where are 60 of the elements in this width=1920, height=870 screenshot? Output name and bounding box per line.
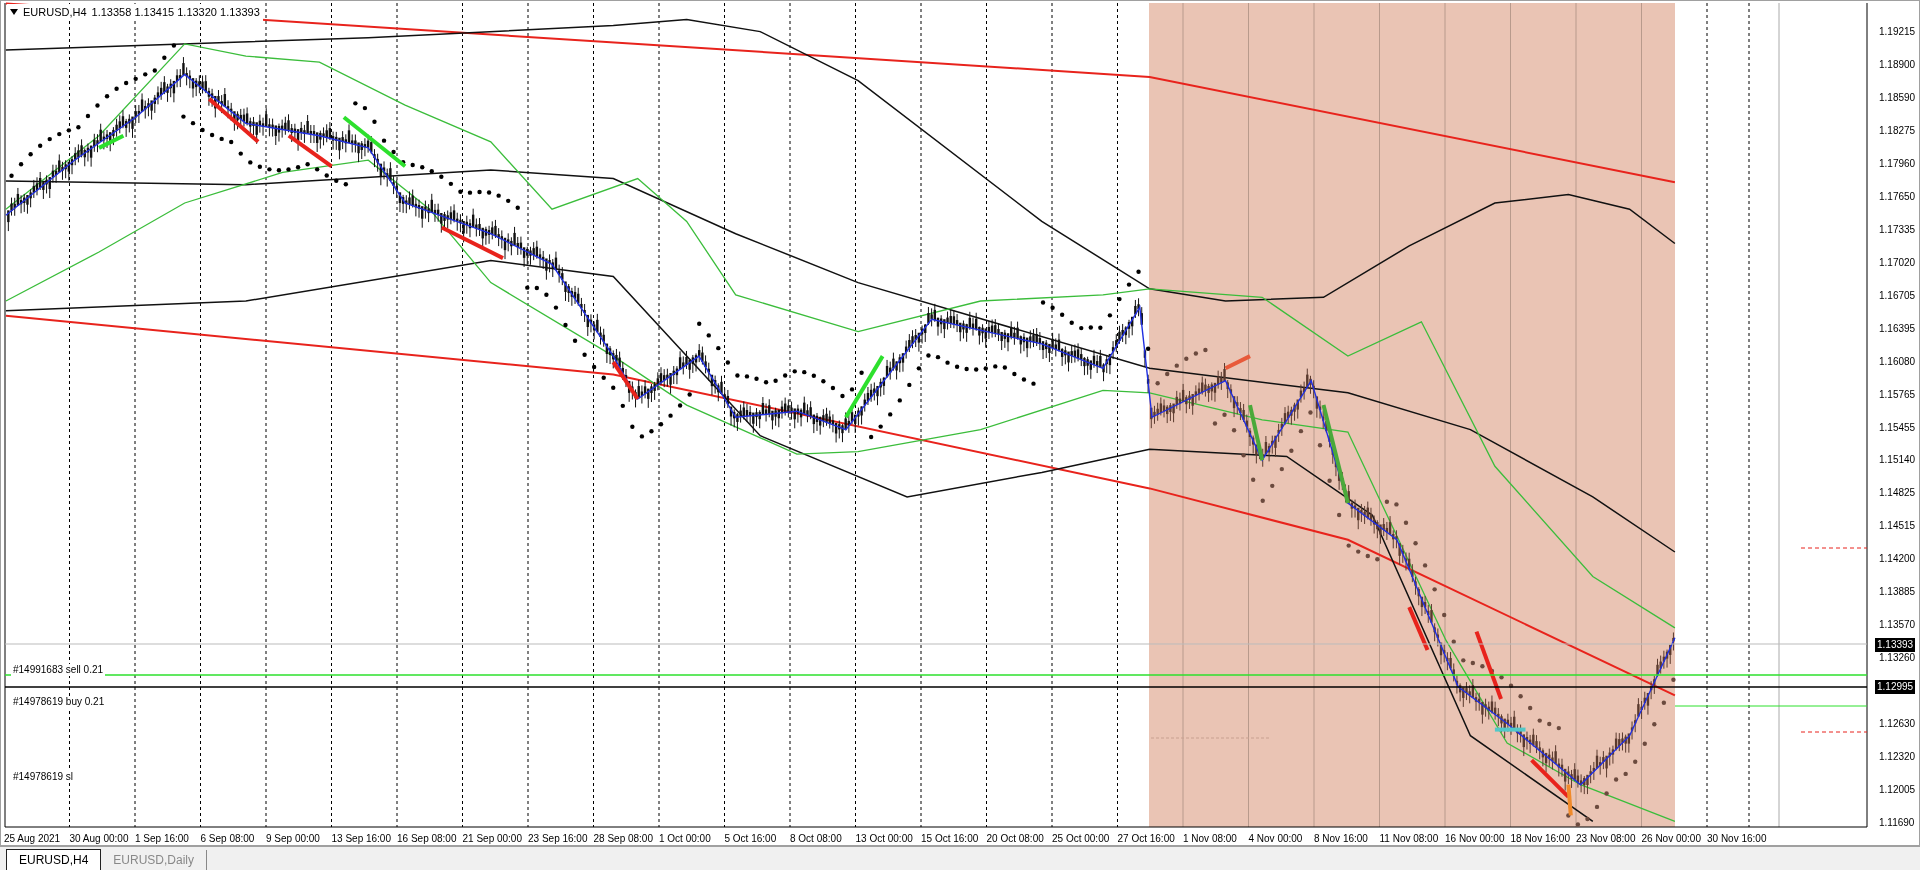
price-tick-label: 1.18900 xyxy=(1879,58,1916,71)
time-tick-label: 26 Nov 00:00 xyxy=(1641,832,1702,846)
time-tick-label: 21 Sep 00:00 xyxy=(462,832,523,846)
price-tick-label: 1.11690 xyxy=(1879,817,1915,830)
time-tick-label: 30 Aug 00:00 xyxy=(69,832,130,846)
price-tick-label: 1.17960 xyxy=(1879,157,1916,170)
price-tick-label: 1.18590 xyxy=(1879,91,1916,104)
time-tick-label: 1 Nov 08:00 xyxy=(1183,832,1238,846)
price-marker-label: 1.12995 xyxy=(1875,680,1916,694)
order-label: #14991683 sell 0.21 xyxy=(11,664,106,676)
price-tick-label: 1.16395 xyxy=(1879,322,1916,335)
price-tick-label: 1.19215 xyxy=(1879,26,1916,38)
time-tick-label: 13 Sep 16:00 xyxy=(331,832,392,846)
time-tick-label: 16 Nov 00:00 xyxy=(1445,832,1506,846)
time-tick-label: 25 Aug 2021 xyxy=(4,832,62,846)
order-label: #14978619 buy 0.21 xyxy=(11,696,107,708)
price-tick-label: 1.14825 xyxy=(1879,487,1916,500)
chart-symbol: EURUSD,H4 xyxy=(23,5,87,20)
time-tick-label: 18 Nov 16:00 xyxy=(1510,832,1571,846)
price-tick-label: 1.15455 xyxy=(1879,421,1916,434)
ohlc-quote: 1.13358 1.13415 1.13320 1.13393 xyxy=(91,5,260,20)
price-marker-label: 1.13393 xyxy=(1875,638,1916,652)
price-tick-label: 1.14515 xyxy=(1879,520,1916,533)
price-tick-label: 1.16080 xyxy=(1879,355,1916,368)
time-tick-label: 16 Sep 08:00 xyxy=(397,832,458,846)
price-tick-label: 1.12005 xyxy=(1879,784,1916,797)
price-tick-label: 1.13885 xyxy=(1879,586,1916,599)
price-tick-label: 1.17020 xyxy=(1879,256,1916,269)
time-tick-label: 28 Sep 08:00 xyxy=(593,832,654,846)
price-tick-label: 1.16705 xyxy=(1879,289,1916,302)
time-tick-label: 8 Nov 16:00 xyxy=(1314,832,1369,846)
price-tick-label: 1.17650 xyxy=(1879,190,1916,203)
dropdown-triangle-icon[interactable] xyxy=(10,9,18,16)
time-tick-label: 23 Sep 16:00 xyxy=(528,832,589,846)
time-tick-label: 20 Oct 08:00 xyxy=(986,832,1045,846)
time-tick-label: 23 Nov 08:00 xyxy=(1576,832,1637,846)
time-tick-label: 4 Nov 00:00 xyxy=(1248,832,1304,846)
price-tick-label: 1.12630 xyxy=(1879,718,1916,731)
time-tick-label: 1 Oct 00:00 xyxy=(659,832,712,846)
time-tick-label: 9 Sep 00:00 xyxy=(266,832,321,846)
chart-tab[interactable]: EURUSD,H4 xyxy=(6,849,102,870)
price-tick-label: 1.17335 xyxy=(1879,223,1916,236)
price-tick-label: 1.15765 xyxy=(1879,388,1916,401)
time-tick-label: 15 Oct 16:00 xyxy=(921,832,980,846)
price-tick-label: 1.13570 xyxy=(1879,619,1916,632)
time-tick-label: 5 Oct 16:00 xyxy=(724,832,778,846)
price-tick-label: 1.15140 xyxy=(1879,454,1916,467)
time-tick-label: 25 Oct 00:00 xyxy=(1052,832,1111,846)
time-tick-label: 13 Oct 00:00 xyxy=(855,832,914,846)
price-tick-label: 1.13260 xyxy=(1879,652,1916,665)
time-tick-label: 27 Oct 16:00 xyxy=(1117,832,1176,846)
price-tick-label: 1.12320 xyxy=(1879,751,1916,764)
price-tick-label: 1.14200 xyxy=(1879,553,1916,566)
order-label: #14978619 sl xyxy=(11,771,76,783)
time-tick-label: 30 Nov 16:00 xyxy=(1707,832,1768,846)
time-tick-label: 1 Sep 16:00 xyxy=(135,832,190,846)
time-tick-label: 11 Nov 08:00 xyxy=(1379,832,1440,846)
time-tick-label: 8 Oct 08:00 xyxy=(790,832,843,846)
price-tick-label: 1.18275 xyxy=(1879,124,1916,137)
time-tick-label: 6 Sep 08:00 xyxy=(200,832,256,846)
